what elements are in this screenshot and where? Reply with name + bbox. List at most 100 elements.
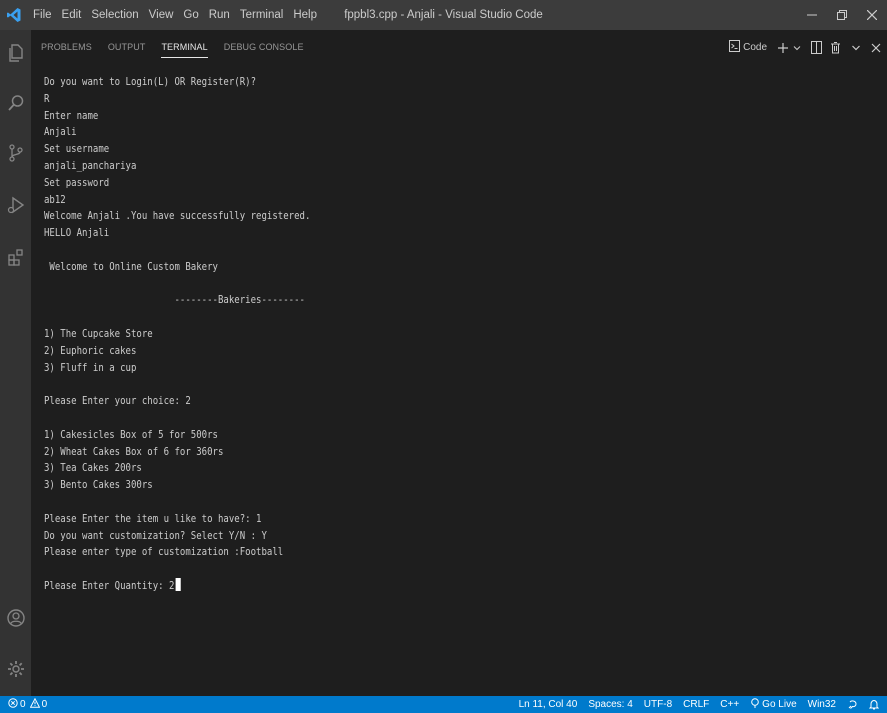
terminal-line-text: Do you want customization? Select Y/N : … — [44, 529, 267, 542]
run-debug-icon[interactable] — [3, 192, 28, 217]
terminal-line: Welcome to Online Custom Bakery — [44, 259, 758, 276]
title-bar: File Edit Selection View Go Run Terminal Help f… — [0, 0, 887, 30]
terminal-line: HELLO Anjali — [44, 225, 758, 242]
terminal-line-text: 2) Euphoric cakes — [44, 344, 137, 357]
terminal-line-text: Welcome to Online Custom Bakery — [44, 260, 218, 273]
error-icon — [8, 698, 18, 711]
source-control-icon[interactable] — [3, 140, 28, 165]
vscode-logo-icon — [0, 0, 28, 30]
terminal-line: 3) Bento Cakes 300rs — [44, 477, 758, 494]
tab-terminal[interactable]: TERMINAL — [161, 30, 209, 65]
encoding[interactable]: UTF-8 — [644, 699, 672, 710]
terminal-line-text: Do you want to Login(L) OR Register(R)? — [44, 76, 257, 88]
terminal-line-text: Set username — [44, 143, 110, 156]
problems-status[interactable]: 0 0 — [8, 697, 48, 711]
search-icon[interactable] — [3, 90, 28, 115]
indentation[interactable]: Spaces: 4 — [588, 699, 632, 710]
terminal-line-text: 1) The Cupcake Store — [44, 327, 153, 340]
terminal-line: Set password — [44, 175, 758, 192]
menu-item-file[interactable]: File — [28, 0, 57, 30]
terminal-line-text: 3) Fluff in a cup — [44, 361, 137, 374]
terminal-line-text: anjali_panchariya — [44, 159, 137, 172]
close-icon[interactable] — [857, 0, 887, 30]
chevron-down-icon[interactable] — [851, 38, 861, 58]
terminal-line: ab12 — [44, 192, 758, 209]
warning-icon — [29, 697, 40, 711]
tab-output[interactable]: OUTPUT — [108, 30, 146, 65]
menu-item-go[interactable]: Go — [178, 0, 203, 30]
terminal-line: Please enter type of customization :Foot… — [44, 544, 758, 561]
terminal-line: anjali_panchariya — [44, 158, 758, 175]
terminal-line: Please Enter your choice: 2 — [44, 393, 758, 410]
chevron-down-icon[interactable] — [793, 38, 801, 58]
menu-item-selection[interactable]: Selection — [86, 0, 143, 30]
tab-problems[interactable]: PROBLEMS — [41, 30, 92, 65]
end-of-line[interactable]: CRLF — [683, 699, 709, 710]
terminal-line-text: 3) Tea Cakes 200rs — [44, 462, 142, 475]
terminal-line-text: ab12 — [44, 193, 66, 206]
terminal-line-text: --------Bakeries-------- — [44, 294, 305, 307]
notifications-bell-icon[interactable] — [869, 699, 879, 710]
terminal-line: Do you want to Login(L) OR Register(R)? — [44, 74, 758, 91]
extensions-icon[interactable] — [3, 244, 28, 269]
platform[interactable]: Win32 — [808, 699, 836, 710]
terminal-line: 1) The Cupcake Store — [44, 326, 758, 343]
terminal-line-text: Anjali — [44, 126, 77, 139]
manage-gear-icon[interactable] — [3, 656, 28, 681]
trash-icon[interactable] — [830, 38, 841, 58]
terminal-line-text: 3) Bento Cakes 300rs — [44, 479, 153, 492]
terminal-line: 1) Cakesicles Box of 5 for 500rs — [44, 427, 758, 444]
close-icon[interactable] — [871, 38, 881, 58]
error-count: 0 — [20, 699, 26, 710]
terminal-line-text: 1) Cakesicles Box of 5 for 500rs — [44, 428, 218, 441]
terminal-shell-label: Code — [743, 42, 767, 53]
terminal-selector[interactable]: Code — [729, 38, 767, 58]
cursor-position[interactable]: Ln 11, Col 40 — [519, 699, 578, 710]
terminal-line: Enter name — [44, 108, 758, 125]
terminal-line-text: R — [44, 92, 50, 105]
broadcast-icon — [750, 698, 760, 711]
new-terminal-plus-icon[interactable] — [777, 38, 789, 58]
terminal-line-text: Please enter type of customization :Foot… — [44, 546, 284, 559]
tab-debug-console[interactable]: DEBUG CONSOLE — [224, 30, 304, 65]
go-live-button[interactable]: Go Live — [750, 698, 797, 711]
go-live-label: Go Live — [762, 699, 797, 710]
window-controls — [797, 0, 887, 30]
terminal-line-text: Please Enter your choice: 2 — [44, 395, 191, 408]
terminal-line-text: Set password — [44, 176, 110, 189]
terminal-line-text: Please Enter the item u like to have?: 1 — [44, 512, 262, 525]
menu-item-terminal[interactable]: Terminal — [235, 0, 288, 30]
terminal-line: 3) Tea Cakes 200rs — [44, 460, 758, 477]
terminal-line: Set username — [44, 141, 758, 158]
explorer-icon[interactable] — [3, 40, 28, 65]
menu-item-help[interactable]: Help — [288, 0, 322, 30]
terminal-line: 2) Euphoric cakes — [44, 343, 758, 360]
menu-bar: File Edit Selection View Go Run Terminal Help — [28, 0, 322, 30]
terminal-line-text: Please Enter Quantity: 2 — [44, 579, 175, 592]
terminal-output[interactable]: Do you want to Login(L) OR Register(R)? R… — [44, 74, 758, 595]
menu-item-view[interactable]: View — [144, 0, 179, 30]
terminal-cursor — [175, 577, 181, 591]
restore-icon[interactable] — [827, 0, 857, 30]
terminal-line: Please Enter the item u like to have?: 1 — [44, 511, 758, 528]
terminal-line: Welcome Anjali .You have successfully re… — [44, 208, 758, 225]
warning-count: 0 — [41, 699, 48, 710]
split-terminal-icon[interactable] — [811, 38, 822, 58]
minimize-icon[interactable] — [797, 0, 827, 30]
terminal-line: Anjali — [44, 124, 758, 141]
terminal-line: 2) Wheat Cakes Box of 6 for 360rs — [44, 444, 758, 461]
terminal-line-text: 2) Wheat Cakes Box of 6 for 360rs — [44, 445, 224, 458]
feedback-icon[interactable] — [847, 699, 858, 710]
menu-item-run[interactable]: Run — [204, 0, 235, 30]
accounts-icon[interactable] — [3, 605, 28, 630]
panel-actions: Code — [729, 30, 881, 65]
language-mode[interactable]: C++ — [720, 699, 739, 710]
menu-item-edit[interactable]: Edit — [57, 0, 87, 30]
terminal-line: Do you want customization? Select Y/N : … — [44, 528, 758, 545]
